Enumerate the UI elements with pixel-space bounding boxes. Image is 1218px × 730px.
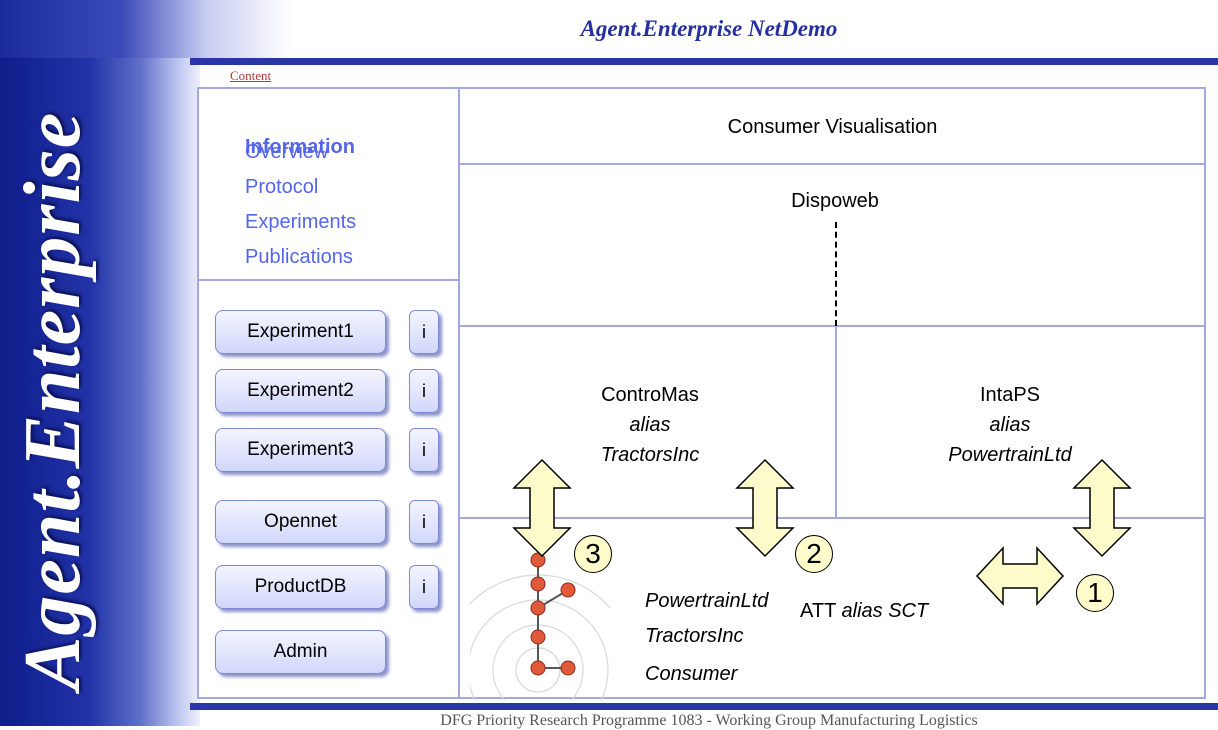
intaps-alias-word: alias (989, 414, 1031, 436)
contromas-alias: TractorsInc (600, 444, 700, 466)
admin-button[interactable]: Admin (215, 630, 386, 674)
arrow-contromas-left (512, 458, 572, 558)
consumer-visualisation-label: Consumer Visualisation (727, 116, 938, 138)
intaps-panel: IntaPS alias PowertrainLtd (920, 380, 1100, 470)
divider-left-column (458, 88, 460, 698)
contromas-alias-word: alias (629, 414, 671, 436)
banner-logo-text: Agent.Enterprise (9, 111, 97, 690)
divider-info-menu (198, 279, 459, 281)
opennet-button[interactable]: Opennet (215, 500, 386, 544)
dispoweb-label: Dispoweb (791, 190, 879, 212)
marker-2: 2 (795, 535, 833, 573)
title-bar: Agent.Enterprise NetDemo (0, 0, 1218, 58)
content-link[interactable]: Content (230, 68, 271, 84)
contromas-name: ControMas (601, 384, 699, 406)
experiment1-button[interactable]: Experiment1 (215, 310, 386, 354)
divider-agents-middle (835, 326, 837, 518)
info-item-protocol[interactable]: Protocol (245, 176, 318, 199)
legend-tractorsinc: TractorsInc (645, 625, 744, 647)
title-divider (190, 58, 1218, 65)
divider-consumer (459, 163, 1205, 165)
att-alias: alias SCT (841, 600, 929, 622)
experiment3-info-button[interactable]: i (409, 428, 439, 472)
footer-divider (190, 703, 1218, 710)
productdb-button[interactable]: ProductDB (215, 565, 386, 609)
arrow-contromas-right (735, 458, 795, 558)
arrow-intaps (1072, 458, 1132, 558)
legend-powertrainltd: PowertrainLtd (645, 590, 769, 612)
info-item-overview[interactable]: Overview (245, 141, 328, 164)
info-item-experiments[interactable]: Experiments (245, 211, 356, 234)
experiment3-button[interactable]: Experiment3 (215, 428, 386, 472)
experiment1-info-button[interactable]: i (409, 310, 439, 354)
marker-1: 1 (1076, 574, 1114, 612)
att-label: ATT alias SCT (800, 596, 928, 626)
experiment2-info-button[interactable]: i (409, 369, 439, 413)
page-title: Agent.Enterprise NetDemo (580, 16, 838, 41)
dispoweb-connector (835, 222, 837, 326)
divider-agents-top (459, 325, 1205, 327)
opennet-info-button[interactable]: i (409, 500, 439, 544)
att-name: ATT (800, 600, 836, 622)
footer-text: DFG Priority Research Programme 1083 - W… (440, 712, 978, 729)
arrow-att-horizontal (975, 546, 1065, 606)
marker-3: 3 (574, 535, 612, 573)
experiment2-button[interactable]: Experiment2 (215, 369, 386, 413)
legend-consumer: Consumer (645, 663, 738, 685)
info-item-publications[interactable]: Publications (245, 246, 353, 269)
intaps-name: IntaPS (979, 384, 1041, 406)
productdb-info-button[interactable]: i (409, 565, 439, 609)
contromas-panel: ControMas alias TractorsInc (560, 380, 740, 470)
sidebar-banner: Agent.Enterprise (0, 0, 200, 726)
